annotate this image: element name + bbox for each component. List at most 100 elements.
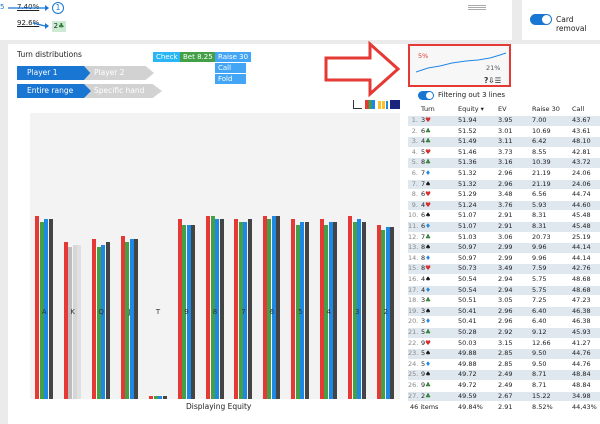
turn-card: 3♦ [421, 317, 431, 326]
table-row[interactable]: 18. 3♣ 50.51 3.05 7.25 47.23 [408, 296, 600, 306]
table-row[interactable]: 3. 4♣ 51.49 3.11 6.42 48.10 [408, 137, 600, 147]
table-row[interactable]: 23. 5♠ 49.88 2.85 9.50 44.76 [408, 349, 600, 359]
table-row[interactable]: 9. 4♥ 51.24 3.76 5.93 44.60 [408, 200, 600, 211]
call-cell: 43.67 [572, 116, 591, 124]
col-turn[interactable]: Turn [421, 105, 435, 115]
footer-raise: 8.52% [532, 403, 553, 411]
row-number: 12. [408, 232, 419, 241]
equity-cell: 49.59 [458, 391, 477, 400]
bar-Q-1[interactable] [96, 247, 101, 399]
equity-cell: 51.52 [458, 126, 477, 135]
bar-K-1[interactable] [68, 247, 73, 399]
card-removal-toggle[interactable] [530, 14, 552, 25]
call-cell: 45.48 [572, 222, 591, 230]
bar-J-2[interactable] [129, 238, 134, 399]
bar-Q-2[interactable] [101, 244, 106, 399]
equity-thumbnail[interactable]: 5% 21% ?⇩☰ [408, 44, 511, 87]
x-label-J: J [128, 308, 131, 316]
chart-select-icon[interactable] [353, 100, 362, 109]
table-row[interactable]: 22. 9♥ 50.03 3.15 12.66 41.27 [408, 339, 600, 349]
bar-chart-icon[interactable] [378, 101, 388, 109]
table-row[interactable]: 26. 9♣ 49.72 2.49 8.71 48.84 [408, 381, 600, 391]
bar-T-2[interactable] [158, 396, 163, 399]
table-row[interactable]: 13. 8♠ 50.97 2.99 9.96 44.14 [408, 243, 600, 253]
table-row[interactable]: 25. 9♠ 49.72 2.49 8.71 48.84 [408, 370, 600, 380]
node-suit: ♣ [58, 22, 65, 30]
table-row[interactable]: 27. 2♣ 49.59 2.67 15.22 34.98 [408, 391, 600, 402]
table-row[interactable]: 16. 4♠ 50.54 2.94 5.75 48.68 [408, 275, 600, 285]
top-strip: 5 7.40% 92.6% 1 2♣ Card removal [0, 0, 600, 42]
ev-cell: 2.91 [498, 222, 513, 230]
tab-player-2[interactable]: Player 2 [84, 66, 154, 80]
tab-player-1[interactable]: Player 1 [17, 66, 95, 80]
raise-cell: 6.56 [532, 190, 547, 199]
panel-title: Turn distributions [17, 50, 82, 59]
call-cell: 47.23 [572, 296, 591, 305]
check-button[interactable]: Check [153, 52, 181, 62]
table-row[interactable]: 19. 3♠ 50.41 2.96 6.40 46.38 [408, 306, 600, 317]
col-equity[interactable]: Equity ▾ [458, 105, 484, 115]
bar-T-1[interactable] [153, 396, 158, 399]
bar-T-3[interactable] [162, 396, 167, 399]
ev-cell: 2.49 [498, 381, 513, 389]
table-row[interactable]: 6. 7♦ 51.32 2.96 21.19 24.06 [408, 169, 600, 179]
table-row[interactable]: 12. 7♣ 51.03 3.06 20.73 25.19 [408, 233, 600, 243]
table-view-icon[interactable] [390, 100, 400, 109]
bar-J-3[interactable] [134, 238, 139, 399]
tab-specific-hand[interactable]: Specific hand [84, 84, 162, 98]
fold-button[interactable]: Fold [215, 74, 246, 84]
table-row[interactable]: 14. 8♦ 50.97 2.99 9.96 44.14 [408, 254, 600, 264]
table-row[interactable]: 11. 6♦ 51.07 2.91 8.31 45.48 [408, 222, 600, 232]
tree-node-1[interactable]: 1 [52, 2, 64, 14]
tab-entire-range[interactable]: Entire range [17, 84, 95, 98]
col-raise[interactable]: Raise 30 [532, 105, 560, 115]
equity-cell: 50.54 [458, 285, 477, 294]
bar-K-0[interactable] [63, 241, 68, 399]
bar-K-2[interactable] [72, 244, 77, 399]
table-row[interactable]: 4. 5♥ 51.46 3.73 8.55 42.81 [408, 148, 600, 158]
bar-J-1[interactable] [125, 241, 130, 399]
raise-cell: 6.42 [532, 137, 547, 146]
col-ev[interactable]: EV [498, 105, 507, 115]
table-row[interactable]: 21. 5♣ 50.28 2.92 9.12 45.93 [408, 328, 600, 338]
turn-card: 6♣ [421, 126, 431, 135]
table-row[interactable]: 24. 5♦ 49.88 2.85 9.50 44.76 [408, 360, 600, 370]
table-row[interactable]: 1. 3♥ 51.94 3.95 7.00 43.67 [408, 116, 600, 126]
table-row[interactable]: 2. 6♣ 51.52 3.01 10.69 43.61 [408, 127, 600, 137]
table-row[interactable]: 20. 3♦ 50.41 2.96 6.40 46.38 [408, 317, 600, 327]
turn-card: 9♥ [421, 338, 431, 347]
thumb-icons[interactable]: ?⇩☰ [484, 76, 501, 85]
call-cell: 34.98 [572, 391, 591, 400]
table-row[interactable]: 15. 8♥ 50.73 3.49 7.59 42.76 [408, 264, 600, 274]
filter-toggle[interactable] [418, 91, 434, 100]
bet-button[interactable]: Bet 8.25 [180, 52, 216, 62]
bar-T-0[interactable] [149, 396, 154, 399]
suit-icon: ♣ [425, 232, 431, 241]
bar-Q-0[interactable] [92, 238, 97, 399]
raise-cell: 21.19 [532, 169, 551, 177]
tree-node-2c[interactable]: 2♣ [52, 21, 66, 32]
table-row[interactable]: 5. 8♣ 51.36 3.16 10.39 43.72 [408, 158, 600, 168]
table-row[interactable]: 8. 6♥ 51.29 3.48 6.56 44.74 [408, 190, 600, 200]
table-row[interactable]: 17. 4♦ 50.54 2.94 5.75 48.68 [408, 285, 600, 296]
bar-K-3[interactable] [77, 244, 82, 399]
x-label-9: 9 [184, 308, 189, 316]
equity-cell: 51.03 [458, 232, 477, 241]
annotation-arrow [324, 40, 401, 98]
strategy-colors-icon[interactable] [365, 100, 375, 109]
bar-Q-3[interactable] [105, 241, 110, 399]
equity-cell: 50.03 [458, 338, 477, 347]
table-row[interactable]: 7. 7♠ 51.32 2.96 21.19 24.06 [408, 179, 600, 190]
suit-icon: ♦ [425, 359, 431, 368]
turn-card: 6♥ [421, 190, 431, 199]
raise-button[interactable]: Raise 30 [215, 52, 252, 62]
table-row[interactable]: 10. 6♠ 51.07 2.91 8.31 45.48 [408, 211, 600, 221]
bar-J-0[interactable] [120, 235, 125, 399]
call-cell: 44.74 [572, 190, 591, 199]
suit-icon: ♦ [425, 253, 431, 262]
row-number: 21. [408, 328, 419, 336]
menu-icon[interactable] [468, 5, 486, 6]
filter-label: Filtering out 3 lines [438, 91, 506, 99]
col-call[interactable]: Call [572, 105, 584, 115]
call-button[interactable]: Call [215, 63, 246, 73]
